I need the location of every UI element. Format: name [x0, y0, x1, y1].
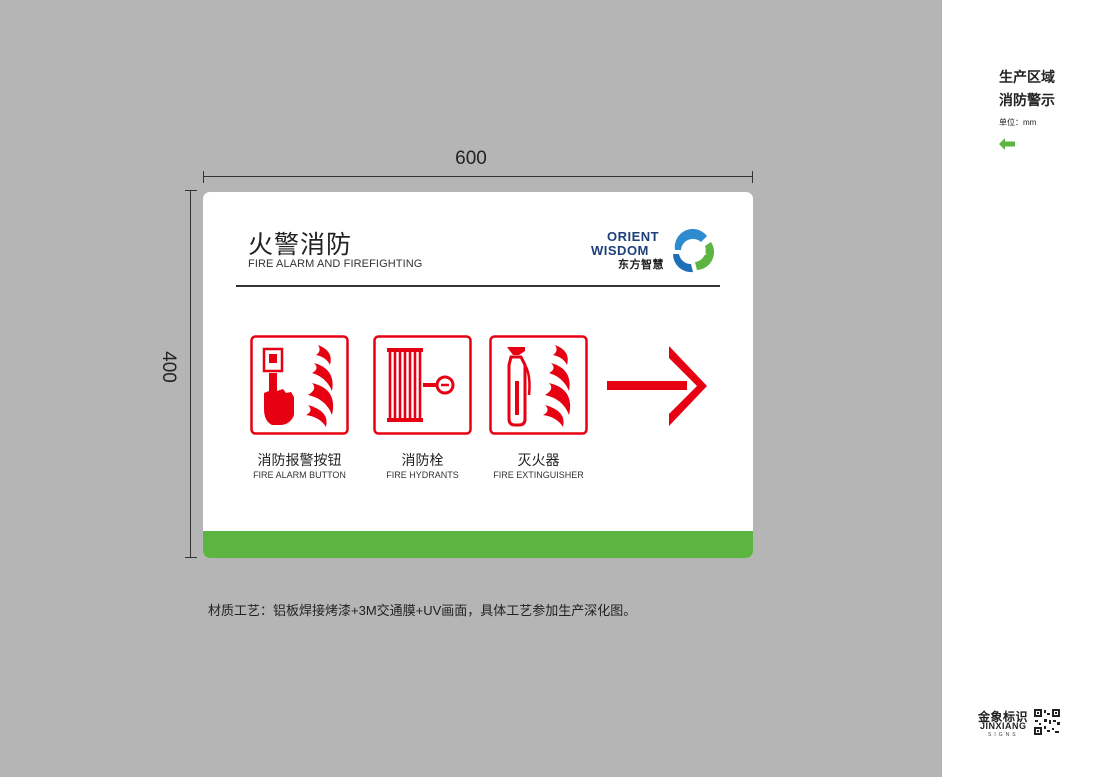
dimension-tick [752, 171, 753, 183]
item-label-cn: 消防栓 [401, 452, 444, 468]
left-arrow-icon [999, 138, 1015, 150]
orient-wisdom-logo-icon [672, 228, 715, 273]
brand-name-en: JINXIANG [980, 721, 1027, 731]
item-label-en: FIRE HYDRANTS [386, 470, 459, 480]
item-label-cn: 消防报警按钮 [257, 452, 342, 468]
side-title-line-2: 消防警示 [999, 92, 1055, 108]
logo-line-1: ORIENT [607, 229, 660, 244]
header-divider [236, 285, 720, 287]
brand-subtitle: SIGNS [988, 732, 1019, 738]
width-dimension-label: 600 [455, 148, 487, 169]
logo-line-3: 东方智慧 [618, 259, 664, 271]
fire-warning-sign: 火警消防 FIRE ALARM AND FIREFIGHTING ORIENT … [203, 192, 753, 558]
sign-subtitle: FIRE ALARM AND FIREFIGHTING [248, 258, 423, 270]
item-label-en: FIRE EXTINGUISHER [493, 470, 584, 480]
height-dimension-label: 400 [158, 351, 179, 383]
width-dimension-line [203, 176, 753, 177]
sign-bottom-bar [203, 531, 753, 558]
logo-line-2: WISDOM [591, 243, 649, 258]
fire-extinguisher-icon [489, 335, 588, 435]
material-note: 材质工艺：铝板焊接烤漆+3M交通膜+UV画面，具体工艺参加生产深化图。 [208, 603, 637, 618]
qr-code-icon [1033, 708, 1061, 736]
right-arrow-icon [607, 346, 707, 426]
dimension-tick [203, 171, 204, 183]
fire-hose-reel-icon [373, 335, 472, 435]
side-title-line-1: 生产区域 [999, 69, 1055, 85]
unit-label: 单位：mm [999, 118, 1037, 127]
side-panel-title: 生产区域 消防警示 [999, 66, 1055, 112]
orient-wisdom-logo-text: ORIENT WISDOM 东方智慧 [591, 230, 664, 272]
item-label-en: FIRE ALARM BUTTON [253, 470, 346, 480]
dimension-tick [185, 557, 197, 558]
dimension-tick [185, 190, 197, 191]
item-label-cn: 灭火器 [517, 452, 560, 468]
sign-title: 火警消防 [248, 231, 353, 259]
height-dimension-line [190, 190, 191, 558]
fire-alarm-button-icon [250, 335, 349, 435]
